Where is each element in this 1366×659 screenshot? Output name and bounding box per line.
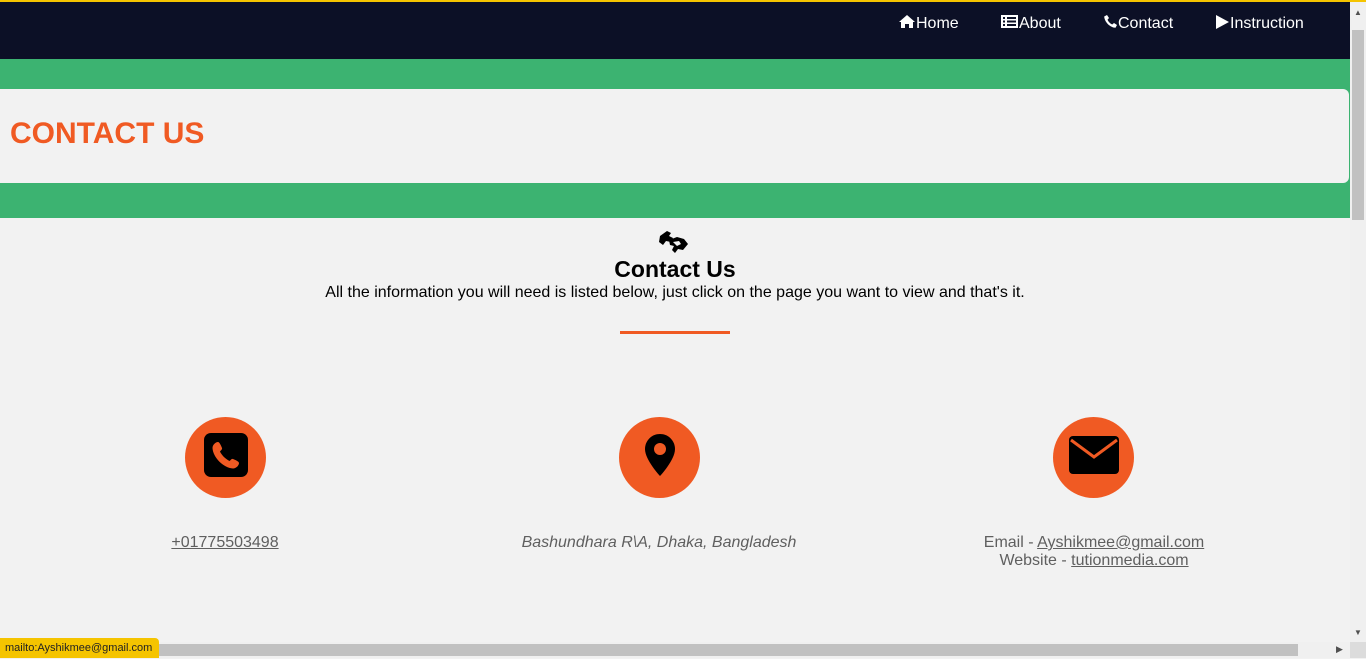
email-website-info: Email - Ayshikmee@gmail.com Website - tu… bbox=[884, 534, 1304, 570]
scrollbar-corner bbox=[1350, 642, 1366, 658]
envelope-icon bbox=[1068, 436, 1119, 479]
link-status-bar: mailto:Ayshikmee@gmail.com bbox=[0, 638, 160, 658]
website-link[interactable]: tutionmedia.com bbox=[1071, 552, 1188, 569]
banner-card: CONTACT US bbox=[0, 89, 1349, 183]
nav-instruction-label: Instruction bbox=[1230, 15, 1304, 32]
hero-banner: CONTACT US bbox=[0, 59, 1350, 218]
website-label: Website - bbox=[999, 552, 1072, 569]
list-icon bbox=[1001, 15, 1018, 33]
sign-language-icon bbox=[657, 228, 691, 254]
scroll-right-arrow-icon[interactable]: ▶ bbox=[1336, 644, 1343, 655]
banner-title: CONTACT US bbox=[10, 117, 205, 150]
location-circle bbox=[619, 417, 700, 498]
phone-square-icon bbox=[203, 433, 248, 482]
nav-contact-link[interactable]: Contact bbox=[1104, 14, 1173, 34]
vertical-scroll-thumb[interactable] bbox=[1352, 30, 1364, 220]
play-icon bbox=[1216, 14, 1229, 34]
map-pin-icon bbox=[644, 434, 675, 481]
contact-section-subtitle: All the information you will need is lis… bbox=[325, 284, 1025, 301]
nav-home-label: Home bbox=[916, 15, 959, 32]
phone-circle bbox=[185, 417, 266, 498]
phone-icon bbox=[1104, 15, 1117, 33]
horizontal-scroll-thumb[interactable] bbox=[0, 644, 1298, 656]
address-info: Bashundhara R\A, Dhaka, Bangladesh bbox=[521, 534, 797, 551]
top-navbar: Home About Contact Instruction bbox=[0, 2, 1350, 59]
scroll-down-arrow-icon[interactable]: ▼ bbox=[1354, 628, 1362, 637]
section-divider bbox=[620, 331, 730, 334]
vertical-scrollbar[interactable]: ▲ ▼ bbox=[1350, 2, 1366, 642]
nav-contact-label: Contact bbox=[1118, 15, 1174, 32]
horizontal-scrollbar[interactable]: ▶ bbox=[0, 642, 1350, 658]
nav-home-link[interactable]: Home bbox=[899, 14, 959, 34]
nav-about-link[interactable]: About bbox=[1001, 14, 1061, 34]
email-label: Email - bbox=[983, 534, 1038, 551]
contact-section-title: Contact Us bbox=[614, 256, 736, 282]
home-icon bbox=[899, 15, 915, 33]
email-circle bbox=[1053, 417, 1134, 498]
phone-link[interactable]: +01775503498 bbox=[171, 534, 278, 551]
scroll-up-arrow-icon[interactable]: ▲ bbox=[1354, 8, 1362, 17]
email-link[interactable]: Ayshikmee@gmail.com bbox=[1037, 534, 1204, 551]
nav-instruction-link[interactable]: Instruction bbox=[1216, 14, 1304, 34]
nav-about-label: About bbox=[1019, 15, 1061, 32]
phone-info: +01775503498 bbox=[15, 534, 435, 552]
